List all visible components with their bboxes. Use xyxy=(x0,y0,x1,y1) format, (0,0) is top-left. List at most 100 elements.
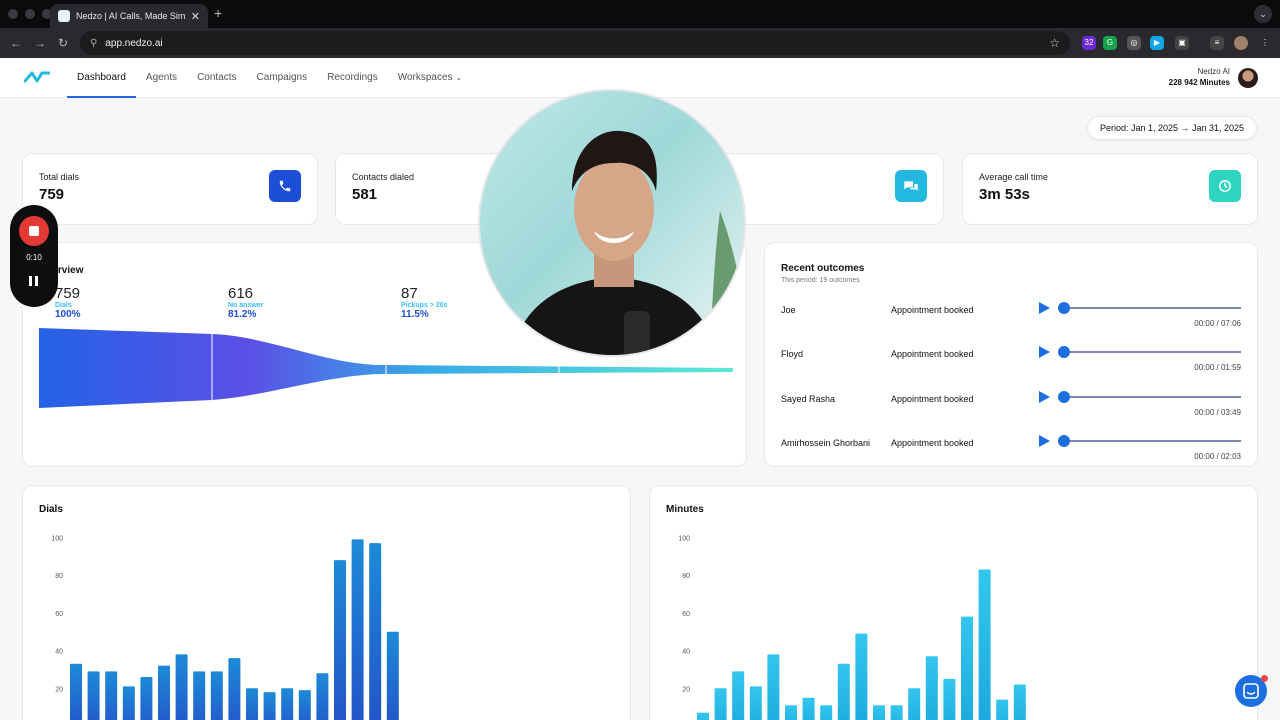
y-tick-label: 100 xyxy=(51,536,63,543)
chart-bar[interactable] xyxy=(228,658,241,720)
site-info-icon[interactable]: ⚲ xyxy=(90,38,97,49)
y-tick-label: 40 xyxy=(55,649,63,656)
clock-icon xyxy=(1209,170,1241,202)
nav-recordings[interactable]: Recordings xyxy=(317,58,388,98)
nav-workspaces-label: Workspaces xyxy=(397,72,453,83)
funnel-number: 616 xyxy=(228,285,254,302)
nav-workspaces[interactable]: Workspaces ⌄ xyxy=(388,58,472,98)
recent-outcomes-title: Recent outcomes xyxy=(781,263,865,274)
address-bar[interactable]: ⚲ app.nedzo.ai ☆ xyxy=(80,31,1070,55)
audio-scrubber-handle[interactable] xyxy=(1058,346,1070,358)
y-tick-label: 20 xyxy=(55,686,63,693)
minutes-bar-chart: 20 40 60 80 100 xyxy=(678,536,1026,720)
audio-scrubber-handle[interactable] xyxy=(1058,435,1070,447)
y-tick-label: 40 xyxy=(682,649,690,656)
period-selector[interactable]: Period: Jan 1, 2025 → Jan 31, 2025 xyxy=(1087,116,1257,140)
funnel-number: 759 xyxy=(55,285,81,302)
support-chat-button[interactable] xyxy=(1235,675,1268,707)
chart-bar[interactable] xyxy=(802,697,815,720)
chart-bar[interactable] xyxy=(943,678,956,720)
chart-bar[interactable] xyxy=(298,690,311,720)
chart-bar[interactable] xyxy=(961,616,973,720)
chart-bar[interactable] xyxy=(890,705,903,720)
grammarly-icon[interactable]: G xyxy=(1103,36,1117,50)
chart-bar[interactable] xyxy=(855,633,868,720)
chart-bar[interactable] xyxy=(697,712,709,720)
reading-list-icon[interactable]: ≡ xyxy=(1210,36,1224,50)
audio-progress-track[interactable] xyxy=(1070,351,1241,353)
nav-agents[interactable]: Agents xyxy=(136,58,187,98)
bookmark-star-icon[interactable]: ☆ xyxy=(1049,36,1060,50)
browser-tab[interactable]: Nedzo | AI Calls, Made Simple ✕ xyxy=(50,4,208,28)
account-info[interactable]: Nedzo AI 228 942 Minutes xyxy=(1169,67,1230,87)
reload-icon[interactable]: ↻ xyxy=(58,36,68,50)
user-avatar[interactable] xyxy=(1238,68,1258,88)
chart-bar[interactable] xyxy=(158,665,170,720)
nedzo-logo-icon[interactable] xyxy=(24,69,50,85)
play-icon[interactable] xyxy=(1039,391,1050,403)
y-tick-label: 80 xyxy=(55,573,63,580)
chart-bar[interactable] xyxy=(996,699,1009,720)
chart-bar[interactable] xyxy=(908,688,921,720)
nav-campaigns[interactable]: Campaigns xyxy=(247,58,318,98)
play-icon[interactable] xyxy=(1039,346,1050,358)
audio-scrubber-handle[interactable] xyxy=(1058,302,1070,314)
audio-progress-track[interactable] xyxy=(1070,440,1241,442)
forward-icon[interactable]: → xyxy=(34,36,46,50)
play-icon[interactable] xyxy=(1039,302,1050,314)
audio-scrubber-handle[interactable] xyxy=(1058,391,1070,403)
close-tab-icon[interactable]: ✕ xyxy=(191,10,200,23)
chart-bar[interactable] xyxy=(70,663,82,720)
audio-progress-track[interactable] xyxy=(1070,307,1241,309)
nav-dashboard[interactable]: Dashboard xyxy=(67,58,136,98)
profile-avatar-icon[interactable] xyxy=(1234,36,1248,50)
play-icon[interactable] xyxy=(1039,435,1050,447)
screen-recorder-ext-icon[interactable]: ▶ xyxy=(1150,36,1164,50)
chart-bar[interactable] xyxy=(351,539,364,720)
chart-bar[interactable] xyxy=(732,671,745,720)
chart-bar[interactable] xyxy=(281,688,294,720)
new-tab-icon[interactable]: + xyxy=(214,5,222,21)
chart-bar[interactable] xyxy=(386,631,399,720)
chart-bar[interactable] xyxy=(316,673,329,720)
chart-bar[interactable] xyxy=(175,654,188,720)
chart-bar[interactable] xyxy=(714,688,727,720)
audio-progress-track[interactable] xyxy=(1070,396,1241,398)
chart-bar[interactable] xyxy=(873,705,885,720)
chart-bar[interactable] xyxy=(369,543,382,720)
chart-bar[interactable] xyxy=(263,692,276,720)
chart-bar[interactable] xyxy=(820,705,833,720)
window-controls[interactable] xyxy=(8,9,52,19)
screen-recorder-widget: 0:10 xyxy=(10,205,58,307)
funnel-percent: 81.2% xyxy=(228,309,257,320)
chart-bar[interactable] xyxy=(837,663,850,720)
pause-icon[interactable] xyxy=(29,276,39,286)
outcome-row: Amirhossein Ghorbani Appointment booked … xyxy=(781,435,1241,466)
outcome-row: Joe Appointment booked 00:00 / 07:06 xyxy=(781,302,1241,335)
back-icon[interactable]: ← xyxy=(10,36,22,50)
chart-bar[interactable] xyxy=(87,671,100,720)
chart-bar[interactable] xyxy=(978,569,991,720)
puzzle-icon[interactable]: ▣ xyxy=(1175,36,1189,50)
more-menu-icon[interactable]: ⋮ xyxy=(1258,36,1272,50)
nav-contacts[interactable]: Contacts xyxy=(187,58,246,98)
chart-bar[interactable] xyxy=(246,688,258,720)
chart-bar[interactable] xyxy=(1013,684,1026,720)
chart-bar[interactable] xyxy=(749,686,762,720)
recent-outcomes-subtitle: This period: 19 outcomes xyxy=(781,277,860,284)
stop-recording-button[interactable] xyxy=(19,216,49,246)
chart-bar[interactable] xyxy=(785,705,797,720)
extension-icon[interactable]: ◎ xyxy=(1127,36,1141,50)
extension-badge-icon[interactable]: 32 xyxy=(1082,36,1096,50)
tab-search-icon[interactable]: ⌄ xyxy=(1254,5,1272,23)
chart-bar[interactable] xyxy=(925,656,938,720)
chart-bar[interactable] xyxy=(140,676,153,720)
chart-bar[interactable] xyxy=(193,671,206,720)
chart-bar[interactable] xyxy=(767,654,780,720)
chart-bar[interactable] xyxy=(122,686,135,720)
chart-bar[interactable] xyxy=(105,671,118,720)
funnel-label: No answer xyxy=(228,302,264,309)
webcam-overlay[interactable] xyxy=(478,89,746,357)
chart-bar[interactable] xyxy=(334,560,346,720)
chart-bar[interactable] xyxy=(210,671,223,720)
